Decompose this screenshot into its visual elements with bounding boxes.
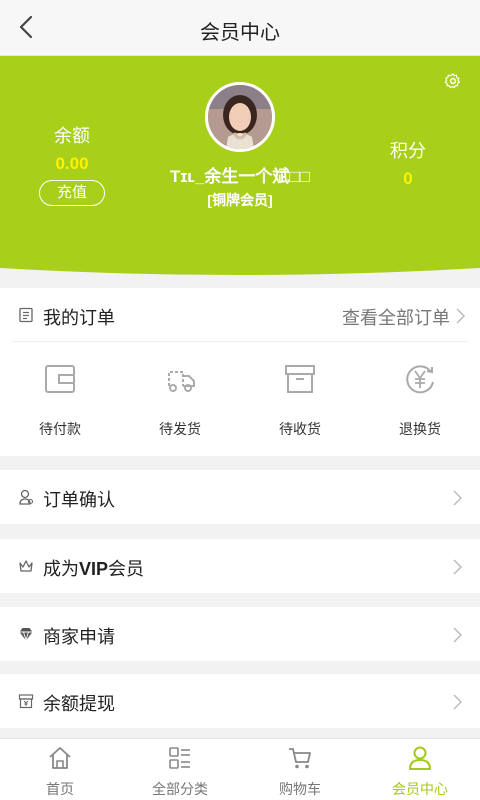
tab-home[interactable]: 首页 [0,739,120,800]
cash-box-icon [18,694,34,709]
order-status-label: 待发货 [159,421,201,437]
menu-label: 成为VIP会员 [43,559,145,579]
list-doc-icon [19,307,33,323]
order-status-pending-payment[interactable]: 待付款 [0,362,120,439]
points-block[interactable]: 积分 0 [372,137,444,189]
wallet-icon [45,365,75,393]
order-status-pending-receipt[interactable]: 待收货 [240,362,360,439]
menu-merchant-apply[interactable]: 商家申请 [0,607,480,661]
chevron-right-icon [453,559,462,575]
menu-order-confirm[interactable]: 订单确认 [0,470,480,524]
bottom-tab-bar: 首页 全部分类 购物车 会员中心 [0,738,480,800]
gear-icon[interactable] [444,72,462,90]
user-icon [409,746,431,770]
category-icon [169,747,190,769]
top-bar: 会员中心 [0,0,480,56]
username: Tɪʟ_余生一个斌□□ [170,167,310,186]
menu-become-vip[interactable]: 成为VIP会员 [0,539,480,593]
chevron-right-icon [453,490,462,506]
home-icon [49,747,71,769]
profile-header: 余额 0.00 充值 Tɪʟ_余生一个斌□□ [铜牌会员] 积分 0 [0,56,480,276]
balance-value: 0.00 [55,154,89,173]
tab-categories[interactable]: 全部分类 [120,739,240,800]
points-label: 积分 [390,141,426,161]
order-status-pending-shipment[interactable]: 待发货 [120,362,240,439]
chevron-right-icon [453,694,462,710]
yen-return-icon [406,365,434,394]
menu-label: 余额提现 [43,694,115,714]
page-title: 会员中心 [200,22,280,44]
points-value: 0 [403,169,413,188]
orders-title: 我的订单 [43,308,115,328]
tab-label: 购物车 [279,781,321,797]
order-status-label: 待付款 [39,421,81,437]
tab-cart[interactable]: 购物车 [240,739,360,800]
order-status-label: 待收货 [279,421,321,437]
chevron-right-icon [456,308,466,324]
diamond-icon [19,628,33,642]
orders-panel: 我的订单 查看全部订单 待付款 待发货 待收货 退换货 [0,288,480,456]
chevron-right-icon [453,627,462,643]
balance-label: 余额 [54,126,90,146]
crown-icon [19,560,33,572]
member-level: [铜牌会员] [207,192,273,208]
tab-member-center[interactable]: 会员中心 [360,739,480,800]
tab-label: 会员中心 [392,781,448,797]
orders-header[interactable]: 我的订单 查看全部订单 [12,288,468,342]
menu-balance-withdraw[interactable]: 余额提现 [0,674,480,728]
cart-icon [289,748,311,769]
order-status-return-exchange[interactable]: 退换货 [360,362,480,439]
tab-label: 全部分类 [152,781,208,797]
balance-block: 余额 0.00 充值 [36,122,108,206]
person-icon [19,489,34,505]
view-all-orders-link[interactable]: 查看全部订单 [342,304,450,330]
menu-label: 商家申请 [43,627,115,647]
order-status-label: 退换货 [399,421,441,437]
truck-icon [168,371,195,392]
box-icon [285,365,315,393]
menu-label: 订单确认 [43,490,115,510]
avatar[interactable] [205,82,275,152]
recharge-button[interactable]: 充值 [39,180,105,206]
tab-label: 首页 [46,781,74,797]
